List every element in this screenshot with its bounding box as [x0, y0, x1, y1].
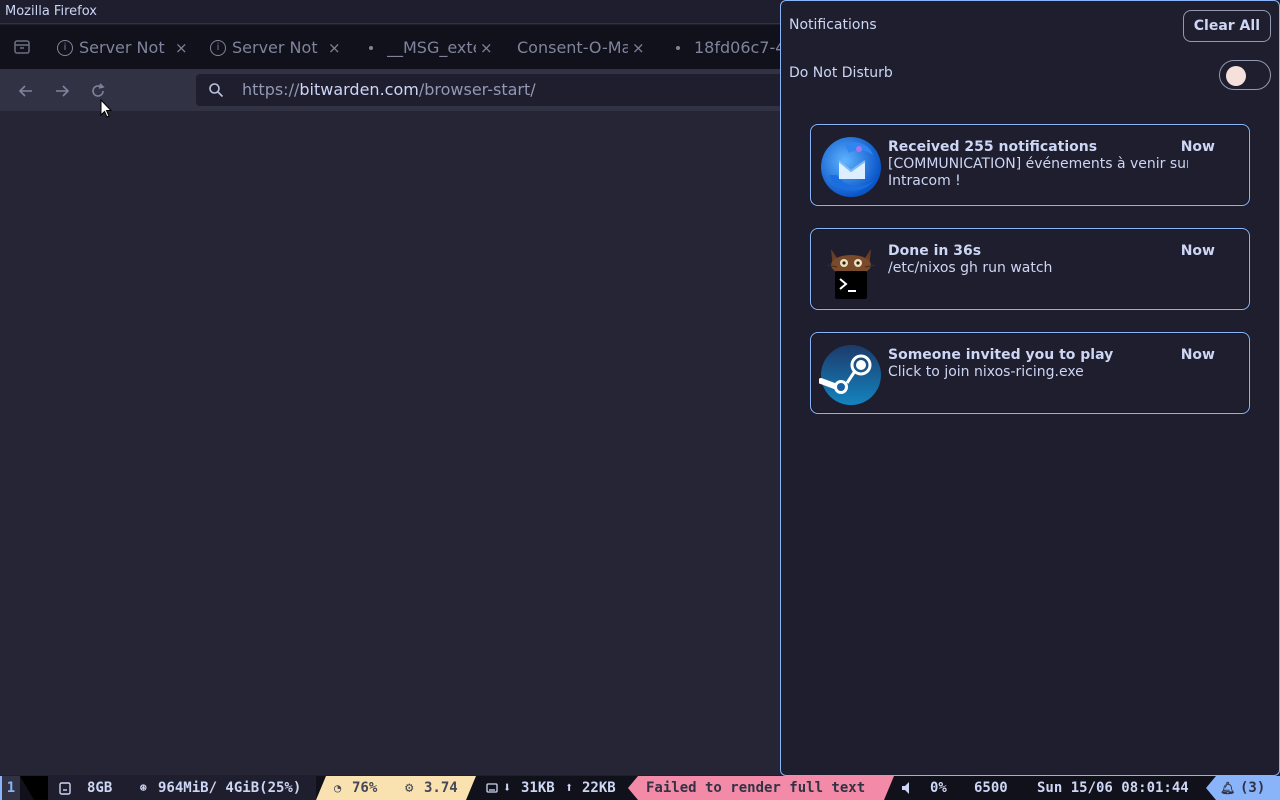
- tab-18fd06c7[interactable]: 18fd06c7-4: [676, 25, 780, 69]
- terminal-cat-icon: [826, 249, 876, 299]
- download-icon: ⬇: [503, 780, 512, 796]
- memory-icon: ⊛: [140, 781, 147, 794]
- volume-icon[interactable]: [900, 776, 914, 800]
- info-icon: i: [57, 39, 73, 56]
- nav-bar: https://bitwarden.com/browser-start/: [0, 69, 780, 111]
- dot-icon: [676, 45, 680, 50]
- clock: Sun 15/06 08:01:44: [1037, 780, 1189, 796]
- notification-body-line: Click to join nixos-ricing.exe: [888, 364, 1084, 380]
- url-path: /browser-start/: [418, 80, 536, 99]
- mouse-cursor-icon: [100, 99, 112, 118]
- forward-icon[interactable]: [52, 81, 72, 101]
- notification-time: Now: [1180, 347, 1215, 363]
- tab-title: Server Not Found: [79, 37, 171, 57]
- info-icon: i: [210, 39, 226, 56]
- notification-body-line: [COMMUNICATION] événements à venir sur l: [888, 156, 1188, 172]
- upload-rate: 22KB: [582, 780, 616, 796]
- volume-level[interactable]: 0%: [930, 776, 947, 800]
- steam-icon: [819, 345, 881, 405]
- tab-bar: iServer Not Found× iServer Not Found× __…: [0, 25, 780, 69]
- url-scheme: https://: [242, 80, 300, 99]
- notification-body-line: /etc/nixos gh run watch: [888, 260, 1053, 276]
- tab-server-not-found-2[interactable]: i Server Not Found×: [210, 25, 341, 69]
- close-icon[interactable]: ×: [328, 26, 341, 70]
- close-icon[interactable]: ×: [175, 26, 188, 70]
- notification-body: /etc/nixos gh run watch: [888, 260, 1188, 277]
- tab-title: __MSG_extensionName__: [387, 37, 476, 57]
- close-icon[interactable]: ×: [632, 26, 645, 70]
- notification-body: [COMMUNICATION] événements à venir sur l…: [888, 156, 1188, 190]
- dot-icon: [369, 45, 373, 50]
- network-icon: [486, 783, 498, 793]
- color-temperature: 6500: [974, 780, 1008, 796]
- load-average: 3.74: [424, 780, 458, 796]
- tab-list-icon[interactable]: [12, 37, 32, 57]
- cpu-icon: ⚙: [405, 780, 414, 796]
- tab-consent-o-matic[interactable]: Consent-O-Matic×: [517, 25, 645, 69]
- tab-title: Consent-O-Matic: [517, 37, 628, 57]
- thunderbird-icon: [821, 137, 881, 197]
- notification-card[interactable]: Someone invited you to play Now Click to…: [810, 332, 1250, 414]
- do-not-disturb-toggle[interactable]: [1219, 60, 1271, 90]
- url-host: bitwarden.com: [299, 80, 419, 99]
- back-icon[interactable]: [16, 81, 36, 101]
- tab-msg-extension[interactable]: __MSG_extensionName__×: [369, 25, 493, 69]
- do-not-disturb-label: Do Not Disturb: [789, 65, 893, 81]
- url-bar[interactable]: https://bitwarden.com/browser-start/: [196, 74, 780, 106]
- notification-count: (3): [1240, 780, 1266, 796]
- notification-time: Now: [1180, 139, 1215, 155]
- workspace-indicator[interactable]: 1: [0, 776, 20, 800]
- notification-time: Now: [1180, 243, 1215, 259]
- notification-center-title: Notifications: [789, 17, 877, 33]
- notification-body: Click to join nixos-ricing.exe: [888, 364, 1188, 381]
- clear-all-button[interactable]: Clear All: [1182, 10, 1271, 42]
- tab-title: Server Not Found: [232, 37, 324, 57]
- notification-card[interactable]: Done in 36s Now /etc/nixos gh run watch: [810, 228, 1250, 310]
- bell-icon: 🔔︎: [1220, 781, 1236, 795]
- toggle-knob: [1226, 66, 1246, 86]
- notification-center: Notifications Clear All Do Not Disturb R…: [780, 0, 1280, 776]
- separator: [20, 776, 50, 800]
- window-title: Mozilla Firefox: [0, 0, 780, 24]
- upload-icon: ⬆: [565, 780, 574, 796]
- download-rate: 31KB: [521, 780, 555, 796]
- close-icon[interactable]: ×: [480, 26, 493, 70]
- gauge-icon: ◔: [334, 781, 342, 795]
- notification-summary: Someone invited you to play: [888, 347, 1114, 363]
- disk-usage: 8GB: [87, 780, 113, 796]
- notification-summary: Done in 36s: [888, 243, 982, 259]
- error-text: Failed to render full text: [646, 780, 866, 796]
- battery-level: 76%: [352, 780, 378, 796]
- disk-icon: [59, 782, 71, 795]
- search-icon: [209, 83, 224, 98]
- tab-title: 18fd06c7-4: [694, 37, 780, 57]
- url-text[interactable]: https://bitwarden.com/browser-start/: [242, 74, 536, 106]
- page-content[interactable]: [0, 111, 780, 775]
- memory-usage: 964MiB/ 4GiB(25%): [158, 780, 302, 796]
- tab-server-not-found-1[interactable]: i Server Not Found×: [57, 25, 188, 69]
- notification-card[interactable]: Received 255 notifications Now [COMMUNIC…: [810, 124, 1250, 206]
- status-bar: 1 8GB ⊛ 964MiB/ 4GiB(25%) ◔ 76% ⚙ 3.74 ⬇…: [0, 776, 1280, 800]
- notification-body-line: Intracom !: [888, 173, 961, 189]
- reload-icon[interactable]: [88, 81, 108, 101]
- notification-summary: Received 255 notifications: [888, 139, 1098, 155]
